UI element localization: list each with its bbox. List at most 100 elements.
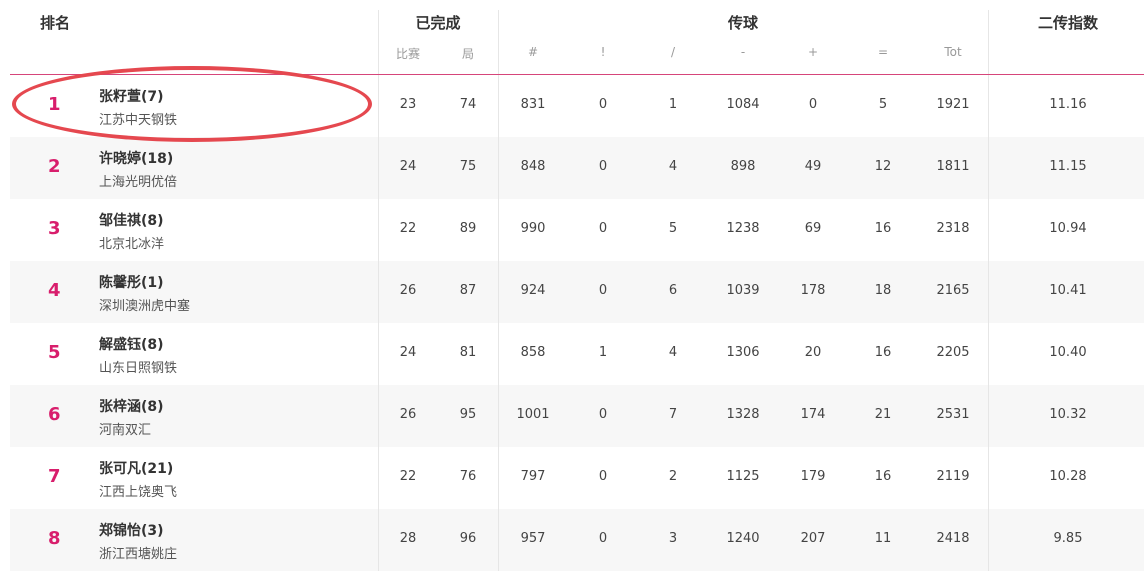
matches-cell: 24	[399, 159, 417, 174]
rank-number: 7	[48, 466, 61, 487]
slash-header[interactable]: /	[638, 45, 708, 59]
passing-header[interactable]: 传球	[498, 12, 988, 33]
player-name[interactable]: 解盛钰(8)	[99, 334, 164, 354]
plus-cell: 179	[800, 469, 826, 484]
equal-header[interactable]: =	[848, 45, 918, 59]
minus-cell: 1328	[726, 407, 760, 422]
excl-cell: 0	[598, 469, 608, 484]
minus-cell: 1084	[726, 97, 760, 112]
player-name[interactable]: 邹佳祺(8)	[99, 210, 164, 230]
equal-cell: 12	[874, 159, 892, 174]
index-cell: 11.16	[1049, 97, 1087, 112]
sets-cell: 87	[459, 283, 477, 298]
rank-number: 4	[48, 280, 61, 301]
equal-cell: 11	[874, 531, 892, 546]
table-row[interactable]: 2 许晓婷(18) 上海光明优倍 24 75 848 0 4 898 49 12 1811 11.15	[10, 137, 1144, 199]
player-name[interactable]: 张梓涵(8)	[99, 396, 164, 416]
index-cell: 10.40	[1049, 345, 1087, 360]
table-row[interactable]: 8 郑锦怡(3) 浙江西塘姚庄 28 96 957 0 3 1240 207 11 2418 9.85	[10, 509, 1144, 571]
matches-cell: 26	[399, 407, 417, 422]
excl-header[interactable]: !	[568, 45, 638, 59]
slash-cell: 2	[668, 469, 678, 484]
minus-cell: 1039	[726, 283, 760, 298]
minus-cell: 1306	[726, 345, 760, 360]
equal-cell: 16	[874, 469, 892, 484]
rank-header[interactable]: 排名	[40, 12, 70, 33]
player-name[interactable]: 郑锦怡(3)	[99, 520, 164, 540]
hash-cell: 858	[520, 345, 546, 360]
equal-cell: 21	[874, 407, 892, 422]
excl-cell: 0	[598, 531, 608, 546]
table-row[interactable]: 4 陈馨彤(1) 深圳澳洲虎中塞 26 87 924 0 6 1039 178 18 2165 10.4…	[10, 261, 1144, 323]
tot-cell: 2418	[936, 531, 970, 546]
player-name[interactable]: 陈馨彤(1)	[99, 272, 164, 292]
team-name: 江苏中天钢铁	[99, 113, 178, 128]
rank-number: 2	[48, 156, 61, 177]
slash-cell: 1	[668, 97, 678, 112]
minus-cell: 1125	[726, 469, 760, 484]
minus-cell: 898	[730, 159, 756, 174]
table-row[interactable]: 5 解盛钰(8) 山东日照钢铁 24 81 858 1 4 1306 20 16 2205 10.40	[10, 323, 1144, 385]
sets-cell: 96	[459, 531, 477, 546]
minus-header[interactable]: -	[708, 45, 778, 59]
plus-cell: 0	[808, 97, 818, 112]
table-row[interactable]: 6 张梓涵(8) 河南双汇 26 95 1001 0 7 1328 174 21 2531 10.32	[10, 385, 1144, 447]
plus-cell: 20	[804, 345, 822, 360]
tot-cell: 2119	[936, 469, 970, 484]
matches-header[interactable]: 比赛	[378, 45, 438, 62]
tot-cell: 2205	[936, 345, 970, 360]
excl-cell: 0	[598, 97, 608, 112]
slash-cell: 7	[668, 407, 678, 422]
hash-cell: 1001	[516, 407, 550, 422]
table-header: 排名 已完成 比赛 局 传球 # ! / - + = Tot 二传指数	[10, 0, 1144, 75]
plus-cell: 69	[804, 221, 822, 236]
rank-number: 8	[48, 528, 61, 549]
tot-cell: 1921	[936, 97, 970, 112]
team-name: 上海光明优倍	[99, 175, 178, 190]
index-cell: 11.15	[1049, 159, 1087, 174]
table-row[interactable]: 1 张籽萱(7) 江苏中天钢铁 23 74 831 0 1 1084 0 5 1921 11.16	[10, 75, 1144, 137]
excl-cell: 0	[598, 221, 608, 236]
matches-cell: 28	[399, 531, 417, 546]
hash-cell: 797	[520, 469, 546, 484]
sets-cell: 75	[459, 159, 477, 174]
sets-cell: 95	[459, 407, 477, 422]
excl-cell: 0	[598, 283, 608, 298]
index-cell: 10.28	[1049, 469, 1087, 484]
rank-number: 6	[48, 404, 61, 425]
player-name[interactable]: 张籽萱(7)	[99, 86, 164, 106]
index-cell: 10.32	[1049, 407, 1087, 422]
index-header[interactable]: 二传指数	[988, 12, 1144, 33]
plus-cell: 174	[800, 407, 826, 422]
matches-cell: 22	[399, 469, 417, 484]
table-row[interactable]: 3 邹佳祺(8) 北京北冰洋 22 89 990 0 5 1238 69 16 2318 10.94	[10, 199, 1144, 261]
hash-header[interactable]: #	[498, 45, 568, 59]
rank-number: 5	[48, 342, 61, 363]
tot-cell: 2531	[936, 407, 970, 422]
hash-cell: 924	[520, 283, 546, 298]
team-name: 北京北冰洋	[99, 237, 165, 252]
matches-cell: 24	[399, 345, 417, 360]
equal-cell: 16	[874, 345, 892, 360]
hash-cell: 831	[520, 97, 546, 112]
table-row[interactable]: 7 张可凡(21) 江西上饶奥飞 22 76 797 0 2 1125 179 16 2119 10.2…	[10, 447, 1144, 509]
rank-number: 3	[48, 218, 61, 239]
sets-header[interactable]: 局	[438, 45, 498, 62]
hash-cell: 957	[520, 531, 546, 546]
plus-cell: 49	[804, 159, 822, 174]
player-name[interactable]: 张可凡(21)	[99, 458, 173, 478]
excl-cell: 0	[598, 159, 608, 174]
completed-header[interactable]: 已完成	[378, 12, 498, 33]
minus-cell: 1238	[726, 221, 760, 236]
player-name[interactable]: 许晓婷(18)	[99, 148, 173, 168]
plus-header[interactable]: +	[778, 45, 848, 59]
hash-cell: 990	[520, 221, 546, 236]
tot-cell: 1811	[936, 159, 970, 174]
tot-header[interactable]: Tot	[918, 45, 988, 59]
plus-cell: 178	[800, 283, 826, 298]
slash-cell: 5	[668, 221, 678, 236]
team-name: 河南双汇	[99, 423, 152, 438]
excl-cell: 1	[598, 345, 608, 360]
sets-cell: 81	[459, 345, 477, 360]
slash-cell: 4	[668, 159, 678, 174]
